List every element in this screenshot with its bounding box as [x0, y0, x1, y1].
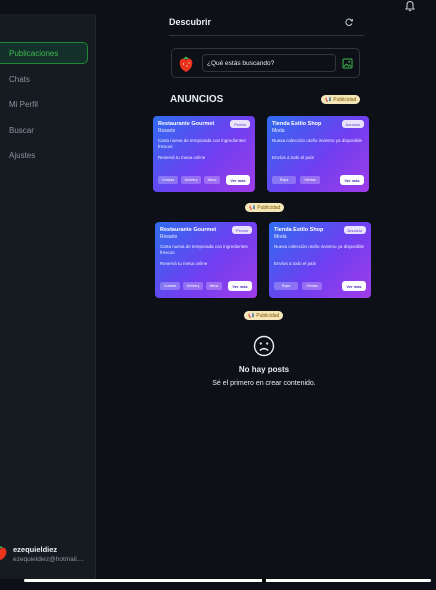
sidebar-item-mi-perfil[interactable]: Mi Perfil	[0, 93, 88, 115]
ad-title: Restaurante Gourmet	[160, 227, 217, 233]
page-title: Descubrir	[169, 17, 212, 27]
ad-badge: 📢 Publicidad	[244, 311, 284, 320]
sidebar-item-chats[interactable]: Chats	[0, 68, 88, 90]
ad-tag: Anuncio	[343, 226, 366, 234]
ad-cta-button[interactable]: Ver más	[342, 281, 366, 291]
ad-description: Carta nueva de temporada con ingrediente…	[158, 138, 246, 149]
ad-cta-button[interactable]: Ver más	[226, 175, 250, 185]
ad-description: Envíos a todo el país	[272, 155, 315, 160]
ad-chip: Menú	[206, 282, 222, 290]
ad-title: Restaurante Gourmet	[158, 121, 215, 127]
ads-heading: ANUNCIOS	[170, 94, 224, 105]
ad-subtitle: Moda	[274, 234, 287, 240]
megaphone-icon: 📢	[249, 204, 256, 211]
search-input[interactable]	[202, 54, 336, 72]
sidebar-item-label: Buscar	[9, 125, 34, 135]
scrollbar-thumb[interactable]	[262, 578, 266, 583]
post-composer	[171, 48, 360, 78]
ad-description: Envíos a todo el país	[274, 261, 317, 266]
ad-chip: Ofertas	[300, 176, 320, 184]
avatar	[179, 56, 193, 72]
ad-badge: 📢 Publicidad	[321, 95, 361, 104]
megaphone-icon: 📢	[248, 312, 255, 319]
ad-subtitle: Rosario	[160, 234, 178, 240]
ad-title: Tienda Estilo Shop	[272, 121, 322, 127]
ad-badge: 📢 Publicidad	[245, 203, 285, 212]
ad-tag: Promo	[232, 226, 252, 234]
ad-tag: Anuncio	[341, 120, 364, 128]
sidebar-item-buscar[interactable]: Buscar	[0, 119, 88, 141]
sidebar-item-label: Chats	[9, 74, 30, 84]
ad-description: Reservá tu mesa online	[160, 261, 208, 266]
ad-cta-button[interactable]: Ver más	[228, 281, 252, 291]
ad-description: Nueva colección otoño invierno ya dispon…	[272, 138, 363, 143]
ad-card[interactable]: Tienda Estilo Shop Moda Anuncio Nueva co…	[269, 222, 371, 298]
sidebar: Publicaciones Chats Mi Perfil Buscar Aju…	[0, 14, 96, 579]
ad-card[interactable]: Restaurante Gourmet Rosario Promo Carta …	[153, 116, 255, 192]
sidebar-item-ajustes[interactable]: Ajustes	[0, 144, 88, 166]
ad-description: Nueva colección otoño invierno ya dispon…	[274, 244, 365, 249]
sidebar-item-label: Mi Perfil	[9, 99, 38, 109]
sad-face-icon	[253, 335, 275, 357]
ad-subtitle: Rosario	[158, 128, 176, 134]
ad-chip: Menú	[204, 176, 220, 184]
sidebar-item-label: Ajustes	[9, 150, 36, 160]
refresh-icon[interactable]	[344, 17, 354, 27]
ad-title: Tienda Estilo Shop	[274, 227, 324, 233]
user-name: ezequieldiez	[13, 545, 58, 554]
sidebar-item-label: Publicaciones	[9, 48, 59, 58]
horizontal-scrollbar[interactable]	[24, 578, 431, 583]
user-profile[interactable]: ezequieldiez ezequieldiez@hotmail....	[0, 541, 96, 571]
ad-description: Reservá tu mesa online	[158, 155, 206, 160]
main-content: Descubrir ANUNCIOS 📢Publicidad Restauran…	[97, 0, 436, 579]
sidebar-item-publicaciones[interactable]: Publicaciones	[0, 42, 88, 64]
megaphone-icon: 📢	[325, 96, 332, 103]
user-email: ezequieldiez@hotmail....	[13, 556, 84, 563]
ad-chip: Comida	[160, 282, 180, 290]
ad-cta-button[interactable]: Ver más	[340, 175, 364, 185]
ad-chip: Ropa	[274, 282, 298, 290]
empty-state-subtitle: Sé el primero en crear contenido.	[212, 380, 316, 387]
ad-tag: Promo	[230, 120, 250, 128]
bottom-bar	[0, 578, 436, 590]
image-icon[interactable]	[342, 58, 353, 69]
ad-subtitle: Moda	[272, 128, 285, 134]
ad-chip: Ropa	[272, 176, 296, 184]
page-header: Descubrir	[169, 12, 364, 36]
ad-chip: Ofertas	[302, 282, 322, 290]
ad-chip: Delivery	[181, 176, 201, 184]
empty-state-title: No hay posts	[238, 365, 290, 374]
ad-card[interactable]: Tienda Estilo Shop Moda Anuncio Nueva co…	[267, 116, 369, 192]
avatar	[0, 546, 7, 560]
ad-chip: Delivery	[183, 282, 203, 290]
ad-card[interactable]: Restaurante Gourmet Rosario Promo Carta …	[155, 222, 257, 298]
ad-description: Carta nueva de temporada con ingrediente…	[160, 244, 248, 255]
ad-chip: Comida	[158, 176, 178, 184]
